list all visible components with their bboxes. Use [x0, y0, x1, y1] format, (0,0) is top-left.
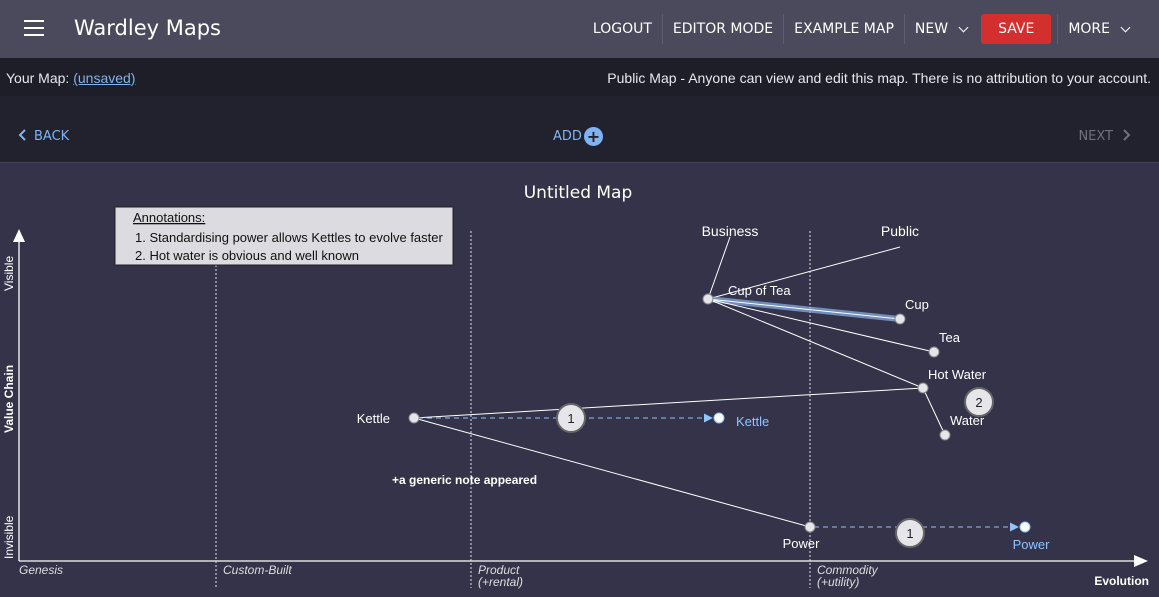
step-toolbar: BACK ADD + NEXT — [0, 96, 1159, 163]
annotation-item: 1. Standardising power allows Kettles to… — [135, 230, 444, 245]
component-node-power[interactable] — [804, 521, 816, 533]
example-map-button[interactable]: EXAMPLE MAP — [783, 14, 904, 44]
anchor-public[interactable]: Public — [881, 223, 919, 239]
anchor-business[interactable]: Business — [702, 223, 759, 239]
component-label-hot-water[interactable]: Hot Water — [928, 367, 987, 382]
public-map-notice: Public Map - Anyone can view and edit th… — [607, 70, 1151, 86]
top-nav: LOGOUT EDITOR MODE EXAMPLE MAP NEW SAVE … — [583, 12, 1159, 46]
chevron-down-icon — [1120, 22, 1131, 32]
app-bar: Wardley Maps LOGOUT EDITOR MODE EXAMPLE … — [0, 0, 1159, 58]
add-button[interactable]: ADD + — [553, 127, 603, 146]
svg-text:2: 2 — [975, 395, 982, 410]
component-node-kettle[interactable] — [408, 412, 420, 424]
annotations-box[interactable]: Annotations: 1. Standardising power allo… — [114, 206, 454, 266]
x-axis-arrow — [1134, 555, 1148, 567]
link-cup-of-tea-cup — [707, 298, 901, 320]
svg-text:1: 1 — [906, 526, 913, 541]
stage-label-commodity-sub: (+utility) — [817, 575, 859, 589]
component-node-cup[interactable] — [894, 313, 906, 325]
new-button[interactable]: NEW — [903, 14, 977, 44]
annotation-marker-1-power[interactable]: 1 — [895, 518, 925, 548]
component-label-kettle[interactable]: Kettle — [357, 411, 390, 426]
y-axis-bottom-label: Invisible — [2, 515, 16, 559]
save-button[interactable]: SAVE — [981, 14, 1052, 44]
annotations-heading: Annotations: — [133, 210, 205, 225]
y-axis-arrow — [13, 229, 25, 242]
component-label-power[interactable]: Power — [783, 536, 821, 551]
link-hot-water-water — [922, 387, 946, 436]
link-business-cup-of-tea — [707, 236, 731, 300]
more-button[interactable]: MORE — [1057, 14, 1139, 44]
component-node-water[interactable] — [939, 429, 951, 441]
map-info-bar: Your Map: (unsaved) Public Map - Anyone … — [0, 58, 1159, 96]
chevron-down-icon — [958, 22, 969, 32]
component-node-tea[interactable] — [928, 346, 940, 358]
annotation-marker-1-kettle[interactable]: 1 — [556, 403, 586, 433]
your-map-status: Your Map: (unsaved) — [6, 70, 136, 86]
annotation-item: 2. Hot water is obvious and well known — [135, 248, 359, 263]
unsaved-link[interactable]: (unsaved) — [73, 70, 135, 86]
annotation-marker-2-hot-water[interactable]: 2 — [964, 387, 994, 417]
evolved-label-kettle[interactable]: Kettle — [736, 414, 769, 429]
stage-label-product-sub: (+rental) — [478, 575, 523, 589]
chevron-left-icon — [18, 129, 26, 141]
next-button: NEXT — [1078, 129, 1131, 144]
component-label-cup-of-tea[interactable]: Cup of Tea — [728, 283, 791, 298]
stage-label-genesis: Genesis — [19, 563, 63, 577]
plus-circle-icon: + — [583, 127, 603, 146]
component-label-cup[interactable]: Cup — [905, 297, 929, 312]
component-node-hot-water[interactable] — [917, 382, 929, 394]
component-node-cup-of-tea[interactable] — [702, 293, 714, 305]
component-label-tea[interactable]: Tea — [939, 330, 961, 345]
logout-button[interactable]: LOGOUT — [583, 14, 662, 44]
stage-label-custom-built: Custom-Built — [223, 563, 292, 577]
evolved-node-kettle[interactable] — [713, 412, 725, 424]
y-axis-label: Value Chain — [2, 365, 16, 433]
link-hot-water-kettle — [413, 387, 924, 419]
y-axis-top-label: Visible — [2, 256, 16, 291]
back-button[interactable]: BACK — [18, 129, 69, 144]
x-axis-label: Evolution — [1094, 574, 1149, 588]
editor-mode-button[interactable]: EDITOR MODE — [661, 14, 783, 44]
hamburger-menu-icon[interactable] — [24, 20, 44, 36]
evolved-node-power[interactable] — [1019, 521, 1031, 533]
svg-text:1: 1 — [567, 411, 574, 426]
chevron-right-icon — [1123, 129, 1131, 141]
map-title: Untitled Map — [524, 183, 633, 203]
link-cup-of-tea-tea — [707, 298, 935, 353]
wardley-map-canvas[interactable]: Untitled Map Visible Value Chain Invisib… — [0, 163, 1159, 597]
generic-note[interactable]: +a generic note appeared — [392, 473, 537, 487]
app-title: Wardley Maps — [74, 16, 221, 40]
evolved-label-power[interactable]: Power — [1013, 537, 1051, 552]
